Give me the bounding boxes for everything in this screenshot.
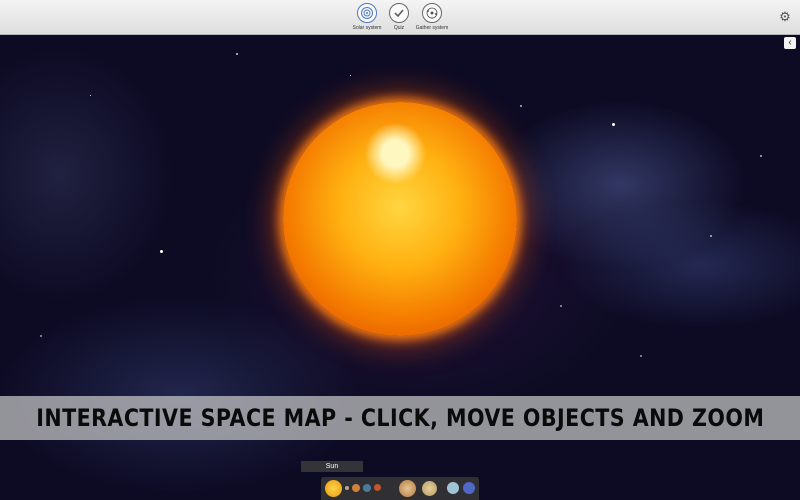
sun-object[interactable] [283, 102, 517, 336]
planet-uranus[interactable] [447, 482, 459, 494]
star [710, 235, 712, 237]
planet-neptune[interactable] [463, 482, 475, 494]
selected-object-label: Sun [301, 461, 363, 472]
planet-mars[interactable] [374, 484, 381, 491]
star [40, 335, 42, 337]
planet-venus[interactable] [352, 484, 360, 492]
star [350, 75, 351, 76]
planet-earth[interactable] [363, 484, 371, 492]
star [160, 250, 163, 253]
banner-text: INTERACTIVE SPACE MAP - CLICK, MOVE OBJE… [35, 404, 765, 432]
chevron-left-icon[interactable]: ‹ [784, 37, 796, 49]
planet-bar [321, 477, 479, 500]
planet-jupiter[interactable] [399, 480, 416, 497]
promo-banner: INTERACTIVE SPACE MAP - CLICK, MOVE OBJE… [0, 396, 800, 440]
star [760, 155, 762, 157]
star [640, 355, 642, 357]
gather-system-icon [422, 3, 442, 23]
planet-saturn[interactable] [422, 481, 437, 496]
top-toolbar: Solar system Quiz Gather system ⚙ [0, 0, 800, 35]
planet-sun[interactable] [325, 480, 342, 497]
gear-icon[interactable]: ⚙ [778, 10, 792, 24]
solar-system-icon [357, 3, 377, 23]
gather-system-button[interactable]: Gather system [412, 3, 452, 31]
star [560, 305, 562, 307]
checkmark-icon [389, 3, 409, 23]
star [520, 105, 522, 107]
planet-mercury[interactable] [345, 486, 349, 490]
star [236, 53, 238, 55]
gather-system-label: Gather system [415, 25, 449, 31]
star [612, 123, 615, 126]
star [90, 95, 91, 96]
